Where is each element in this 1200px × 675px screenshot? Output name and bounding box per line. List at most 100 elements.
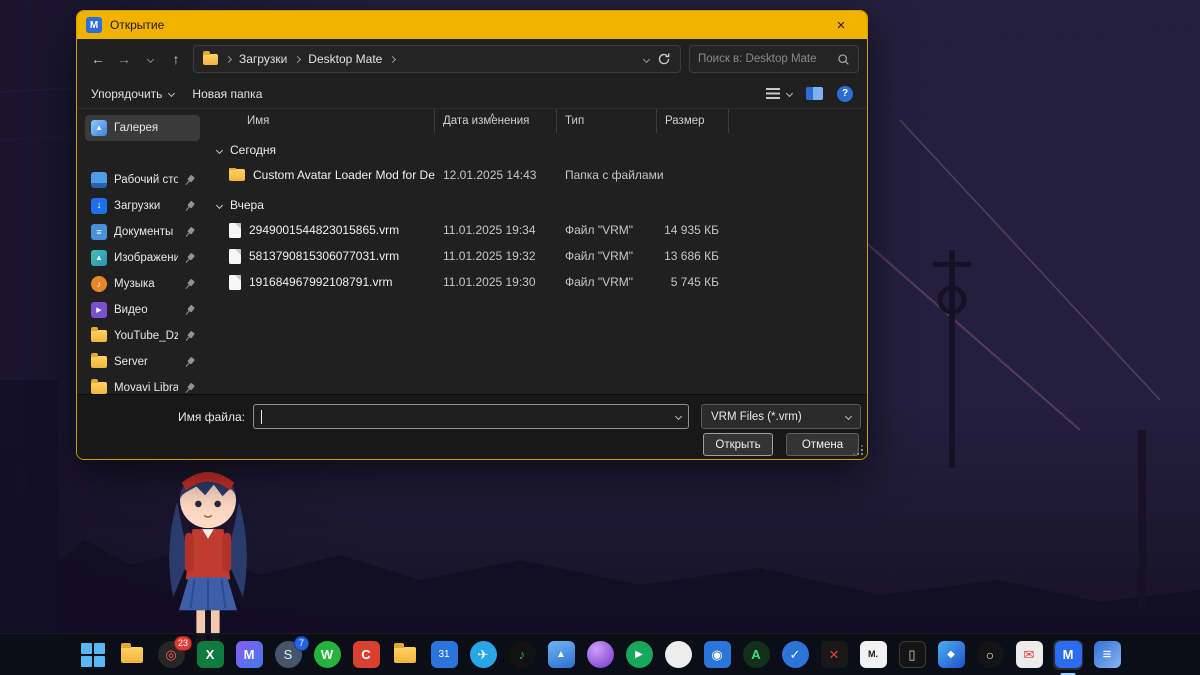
collapse-group-icon[interactable] xyxy=(215,146,224,154)
up-button[interactable]: ↑ xyxy=(163,46,189,72)
app-glyph: ≡ xyxy=(1093,641,1121,668)
pin-icon xyxy=(183,303,197,317)
open-button[interactable]: Открыть xyxy=(703,433,773,456)
sidebar-item-downloads[interactable]: ↓ Загрузки xyxy=(85,193,200,219)
command-toolbar: Упорядочить Новая папка ? xyxy=(77,79,867,109)
phone-app-icon[interactable]: ▯ xyxy=(897,640,927,670)
folder-icon xyxy=(394,642,416,663)
search-box[interactable] xyxy=(689,45,859,73)
blue-gallery-app-icon[interactable]: ◆ xyxy=(936,640,966,670)
sidebar-item-pictures[interactable]: ▲ Изображени xyxy=(85,245,200,271)
opera-app-icon[interactable]: ○ xyxy=(975,640,1005,670)
pin-icon xyxy=(183,225,197,239)
sphere-app-icon[interactable] xyxy=(585,640,615,670)
pin-icon xyxy=(183,381,197,394)
forward-button[interactable]: → xyxy=(111,46,137,72)
help-button[interactable]: ? xyxy=(837,85,853,102)
file-row[interactable]: 2949001544823015865.vrm 11.01.2025 19:34… xyxy=(217,217,859,243)
photos-icon[interactable]: ▲ xyxy=(546,640,576,670)
breadcrumb-item-desktop-mate[interactable]: Desktop Mate xyxy=(308,52,382,66)
file-row[interactable]: 5813790815306077031.vrm 11.01.2025 19:32… xyxy=(217,243,859,269)
pin-icon xyxy=(183,277,197,291)
breadcrumb-item-downloads[interactable]: Загрузки xyxy=(239,52,287,66)
sidebar-item-label: Музыка xyxy=(114,278,155,290)
chevron-down-icon[interactable] xyxy=(674,412,683,421)
folder-icon xyxy=(229,168,245,181)
dialog-titlebar[interactable]: M Открытие × xyxy=(77,11,867,39)
preview-pane-icon[interactable] xyxy=(806,87,823,100)
filename-combobox[interactable] xyxy=(253,404,689,429)
column-label: Тип xyxy=(565,115,585,127)
music-icon: ♪ xyxy=(91,276,107,292)
check-app-icon[interactable]: ✓ xyxy=(780,640,810,670)
sidebar-item-server[interactable]: Server xyxy=(85,349,200,375)
sidebar-item-gallery[interactable]: ▲ Галерея xyxy=(85,115,200,141)
column-header-type[interactable]: Тип xyxy=(557,109,657,133)
movavi-icon[interactable]: M xyxy=(234,640,264,670)
collapse-group-icon[interactable] xyxy=(215,201,224,209)
file-row[interactable]: 191684967992108791.vrm 11.01.2025 19:30 … xyxy=(217,269,859,295)
sidebar-item-videos[interactable]: ▶ Видео xyxy=(85,297,200,323)
white-dot-app-icon[interactable] xyxy=(663,640,693,670)
group-header-yesterday[interactable]: Вчера xyxy=(215,193,859,217)
folder-icon xyxy=(91,327,107,342)
app-glyph: M. xyxy=(859,641,887,668)
view-controls: ? xyxy=(766,85,853,102)
steam-icon[interactable]: S 7 xyxy=(273,635,309,670)
file-name: 191684967992108791.vrm xyxy=(249,275,393,289)
folder-app-icon[interactable] xyxy=(390,640,420,670)
filename-input[interactable] xyxy=(261,409,463,424)
camera-app-icon[interactable]: ◉ xyxy=(702,640,732,670)
file-size: 5 745 КБ xyxy=(670,275,719,289)
app-glyph: 31 xyxy=(430,641,458,668)
column-header-size[interactable]: Размер xyxy=(657,109,729,133)
play-app-icon[interactable]: ▶ xyxy=(624,640,654,670)
back-button[interactable]: ← xyxy=(85,46,111,72)
cancel-button[interactable]: Отмена xyxy=(786,433,859,456)
sidebar-item-documents[interactable]: ≡ Документы xyxy=(85,219,200,245)
telegram-icon[interactable]: ✈ xyxy=(468,640,498,670)
excel-icon[interactable]: X xyxy=(195,640,225,670)
column-label: Дата изменения xyxy=(443,115,530,127)
android-app-icon[interactable]: A xyxy=(741,640,771,670)
start-button[interactable] xyxy=(78,640,108,670)
search-input[interactable] xyxy=(698,53,831,65)
close-button[interactable]: × xyxy=(824,12,858,38)
address-dropdown-icon[interactable] xyxy=(642,55,651,63)
sidebar-item-movavi[interactable]: Movavi Libra xyxy=(85,375,200,394)
address-bar[interactable]: Загрузки Desktop Mate xyxy=(193,45,681,73)
file-name: 2949001544823015865.vrm xyxy=(249,223,400,237)
sidebar-item-music[interactable]: ♪ Музыка xyxy=(85,271,200,297)
open-file-dialog: M Открытие × ← → ↑ Загрузки Desktop Mate xyxy=(76,10,868,460)
app-glyph: ▲ xyxy=(547,641,575,668)
column-headers: Имя ∧ Дата изменения Тип Размер xyxy=(217,109,859,133)
sidebar-item-youtube[interactable]: YouTube_Dze xyxy=(85,323,200,349)
app-glyph: A xyxy=(742,641,770,668)
filetype-select[interactable]: VRM Files (*.vrm) xyxy=(701,404,861,429)
resize-grip[interactable] xyxy=(854,446,863,455)
whatsapp-icon[interactable]: W xyxy=(312,640,342,670)
windows-logo-icon xyxy=(81,642,105,667)
sidebar-item-desktop[interactable]: Рабочий сто xyxy=(85,167,200,193)
file-explorer-icon[interactable] xyxy=(117,640,147,670)
file-row[interactable]: Custom Avatar Loader Mod for Desktop ...… xyxy=(217,162,859,188)
target-app-icon[interactable]: ◎ 23 xyxy=(156,635,192,670)
column-header-name[interactable]: Имя xyxy=(217,109,435,133)
red-app-icon[interactable]: C xyxy=(351,640,381,670)
view-mode-button[interactable] xyxy=(766,88,794,99)
spotify-icon[interactable]: ♪ xyxy=(507,640,537,670)
file-name: 5813790815306077031.vrm xyxy=(249,249,400,263)
desktop-mate-icon[interactable]: M xyxy=(1053,639,1083,675)
organize-button[interactable]: Упорядочить xyxy=(91,87,176,101)
new-folder-button[interactable]: Новая папка xyxy=(192,87,262,101)
x-app-icon[interactable]: × xyxy=(819,640,849,670)
notes-app-icon[interactable]: ≡ xyxy=(1092,640,1122,670)
refresh-icon[interactable] xyxy=(657,52,671,66)
column-header-date[interactable]: ∧ Дата изменения xyxy=(435,109,557,133)
calendar-icon[interactable]: 31 xyxy=(429,640,459,670)
m-dot-app-icon[interactable]: M. xyxy=(858,640,888,670)
mail-app-icon[interactable]: ✉ xyxy=(1014,640,1044,670)
recent-locations-button[interactable] xyxy=(137,46,163,72)
sort-ascending-icon: ∧ xyxy=(489,111,496,120)
group-header-today[interactable]: Сегодня xyxy=(215,138,859,162)
